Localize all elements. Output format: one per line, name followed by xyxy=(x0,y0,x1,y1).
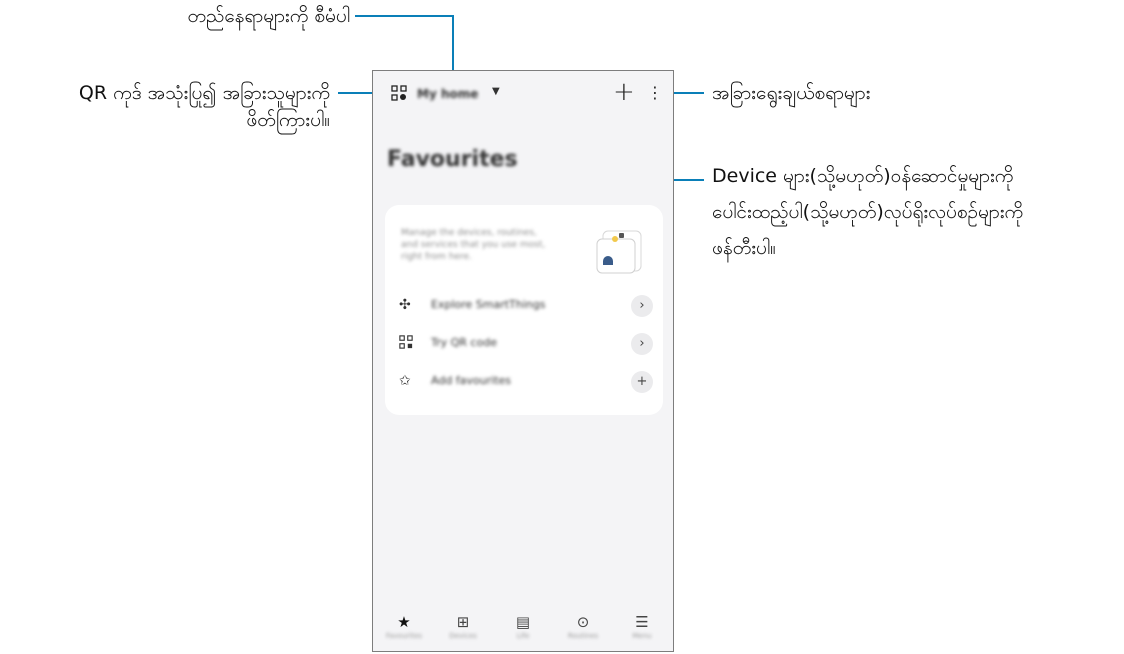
tab-label: Menu xyxy=(632,632,652,640)
card-description: Manage the devices, routines, and servic… xyxy=(401,228,546,262)
tab-devices[interactable]: ⊞ Devices xyxy=(438,613,488,640)
favourites-card: Manage the devices, routines, and servic… xyxy=(385,205,663,415)
tab-favourites[interactable]: ★ Favourites xyxy=(379,613,429,640)
chevron-right-icon[interactable]: › xyxy=(631,333,653,355)
devices-illustration-icon xyxy=(593,225,645,275)
tab-label: Favourites xyxy=(385,632,423,640)
chevron-right-icon[interactable]: › xyxy=(631,295,653,317)
life-icon: ▤ xyxy=(515,613,531,631)
bottom-navigation: ★ Favourites ⊞ Devices ▤ Life ⊙ Routines… xyxy=(373,609,673,651)
tab-menu[interactable]: ☰ Menu xyxy=(617,613,667,640)
callout-add-line1: Device များ(သို့မဟုတ်)ဝန်ဆောင်မှုများကို xyxy=(712,165,1014,187)
tab-label: Routines xyxy=(567,632,599,640)
add-button[interactable]: + xyxy=(613,79,635,105)
menu-icon: ☰ xyxy=(635,613,649,631)
qr-invite-icon[interactable] xyxy=(391,85,407,105)
phone-screen: My home ▼ + ⋮ Favourites Manage the devi… xyxy=(372,70,674,652)
chevron-down-icon[interactable]: ▼ xyxy=(492,86,500,97)
callout-invite-qr-line1: QR ကုဒ် အသုံးပြု၍ အခြားသူများကို xyxy=(78,82,330,104)
callout-more-options: အခြားရွေးချယ်စရာများ xyxy=(712,82,871,104)
home-selector[interactable]: My home xyxy=(417,87,478,101)
tab-routines[interactable]: ⊙ Routines xyxy=(558,613,608,640)
tab-label: Devices xyxy=(449,632,477,640)
tab-life[interactable]: ▤ Life xyxy=(498,613,548,640)
page-title: Favourites xyxy=(387,147,518,172)
tab-label: Life xyxy=(516,632,530,640)
qr-code-icon xyxy=(399,335,413,353)
list-item-label: Explore SmartThings xyxy=(431,298,546,311)
list-item[interactable]: ✣ Explore SmartThings › xyxy=(399,295,653,317)
devices-icon: ⊞ xyxy=(456,613,470,631)
callout-add-line2: ပေါင်းထည့်ပါ(သို့မဟုတ်)လုပ်ရိုးလုပ်စဥ်မျ… xyxy=(712,201,1024,223)
list-item-label: Add favourites xyxy=(431,374,512,387)
star-icon: ★ xyxy=(397,613,411,631)
list-item[interactable]: Try QR code › xyxy=(399,333,653,355)
star-add-icon: ✩ xyxy=(399,373,411,389)
callout-add-line3: ဖန်တီးပါ။ xyxy=(712,237,776,259)
list-item-label: Try QR code xyxy=(431,336,497,349)
callout-invite-qr-line2: ဖိတ်ကြားပါ။ xyxy=(246,109,330,131)
more-options-icon[interactable]: ⋮ xyxy=(647,83,663,102)
routines-icon: ⊙ xyxy=(576,613,590,631)
leader-line-locations-h xyxy=(355,15,454,17)
explore-icon: ✣ xyxy=(399,297,411,313)
plus-icon[interactable]: + xyxy=(631,371,653,393)
callout-manage-locations: တည်နေရာများကို စီမံပါ xyxy=(187,5,350,27)
list-item[interactable]: ✩ Add favourites + xyxy=(399,371,653,393)
